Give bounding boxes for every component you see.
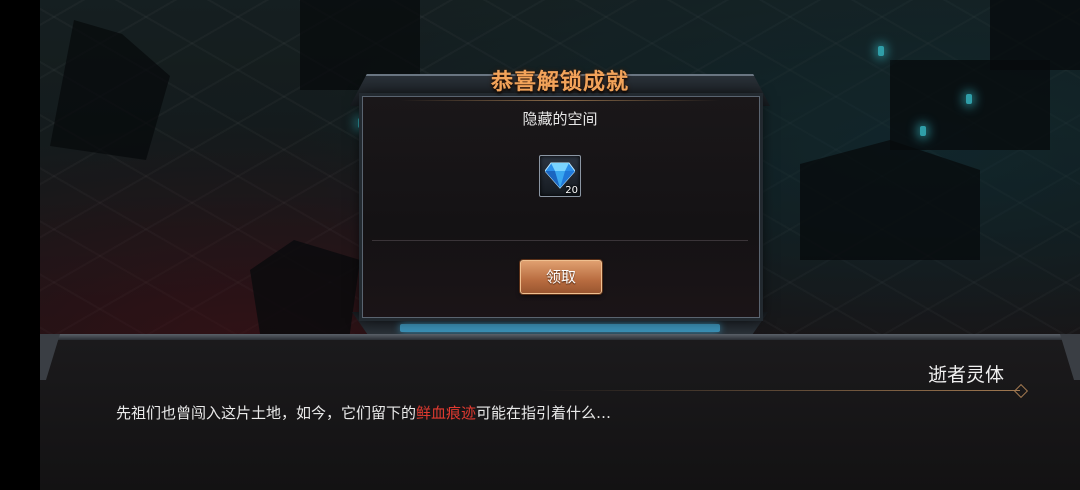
dialog-frame (40, 334, 1080, 340)
dialog-text-before: 先祖们也曾闯入这片土地，如今，它们留下的 (116, 404, 417, 422)
speaker-underline (540, 390, 1020, 391)
dialog-text-highlight: 鲜血痕迹 (416, 404, 477, 422)
title-ornament (400, 100, 720, 101)
speaker-name: 逝者灵体 (927, 364, 1004, 386)
popup-divider (372, 240, 748, 241)
dialog-text: 先祖们也曾闯入这片土地，如今，它们留下的鲜血痕迹可能在指引着什么… (116, 402, 611, 423)
reward-item-slot[interactable]: 20 (539, 155, 581, 197)
left-black-bar (0, 0, 40, 488)
dialog-text-after: 可能在指引着什么… (476, 404, 612, 422)
achievement-name: 隐藏的空间 (522, 110, 598, 128)
popup-title: 恭喜解锁成就 (490, 70, 629, 95)
popup-glow-bar (400, 324, 720, 332)
claim-button[interactable]: 领取 (520, 260, 602, 294)
reward-count: 20 (565, 185, 578, 196)
